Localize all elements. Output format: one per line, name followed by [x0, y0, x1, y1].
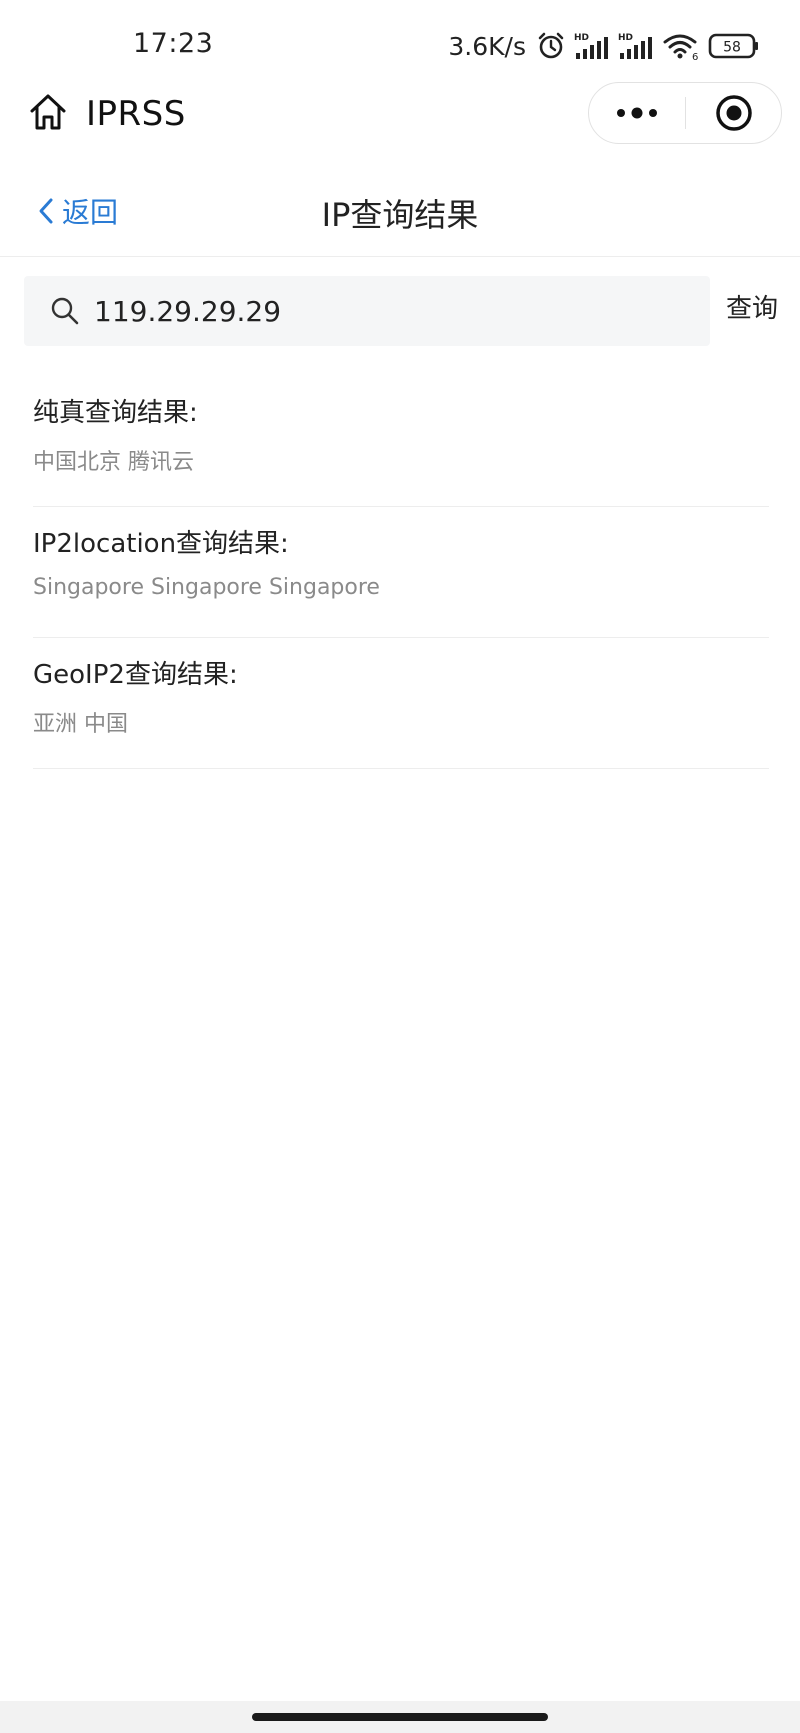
result-title: IP2location查询结果: [33, 529, 289, 559]
network-speed: 3.6K/s [448, 31, 526, 61]
status-bar: 17:23 3.6K/s HD HD 6 58 [0, 0, 800, 92]
status-time: 17:23 [133, 28, 214, 59]
alarm-icon [538, 32, 564, 59]
wifi-icon: 6 [663, 34, 698, 61]
result-value: 亚洲 中国 [33, 712, 128, 737]
status-icons: 3.6K/s HD HD 6 58 [448, 26, 760, 66]
list-item: IP2location查询结果: Singapore Singapore Sin… [33, 507, 769, 638]
search-box [24, 276, 710, 346]
result-value: Singapore Singapore Singapore [33, 575, 380, 600]
result-value: 中国北京 腾讯云 [33, 450, 194, 475]
battery-level: 58 [723, 40, 741, 56]
wifi-label: 6 [692, 52, 698, 61]
results-list: 纯真查询结果: 中国北京 腾讯云 IP2location查询结果: Singap… [33, 376, 769, 769]
ip-search-input[interactable] [94, 294, 694, 328]
battery-icon: 58 [708, 33, 758, 59]
signal-icon: HD [618, 33, 652, 59]
result-title: 纯真查询结果: [33, 398, 198, 428]
list-item: 纯真查询结果: 中国北京 腾讯云 [33, 376, 769, 507]
search-icon [51, 297, 79, 325]
page-title: IP查询结果 [321, 196, 479, 234]
signal-hd-label: HD [618, 33, 633, 43]
signal-icon: HD [574, 33, 608, 59]
result-title: GeoIP2查询结果: [33, 660, 238, 690]
more-icon [617, 107, 657, 119]
home-indicator[interactable] [252, 1713, 548, 1721]
app-name: IPRSS [86, 94, 186, 134]
signal-hd-label: HD [574, 33, 589, 43]
list-item: GeoIP2查询结果: 亚洲 中国 [33, 638, 769, 769]
menu-capsule [588, 82, 782, 144]
target-close-icon [716, 95, 752, 131]
app-header: IPRSS [0, 80, 800, 148]
query-button[interactable]: 查询 [726, 288, 778, 325]
close-miniprogram-button[interactable] [686, 83, 782, 143]
home-icon[interactable] [28, 92, 68, 132]
nav-bar: 返回 IP查询结果 [0, 170, 800, 257]
more-button[interactable] [589, 83, 685, 143]
